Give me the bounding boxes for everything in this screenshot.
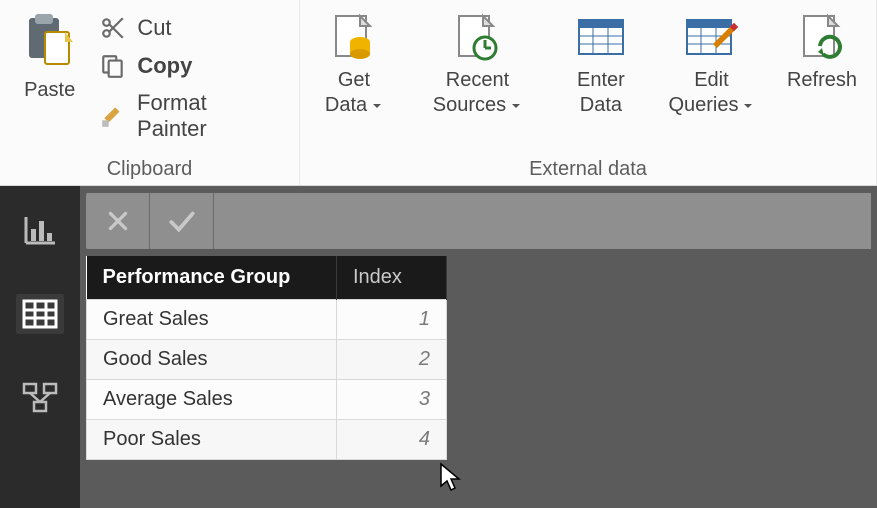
cancel-formula-button[interactable] xyxy=(86,193,150,249)
table-row[interactable]: Poor Sales 4 xyxy=(87,420,447,460)
cut-label: Cut xyxy=(137,15,171,41)
cell-index[interactable]: 2 xyxy=(337,340,447,380)
work-area: Performance Group Index Great Sales 1 Go… xyxy=(0,186,877,508)
table-row[interactable]: Great Sales 1 xyxy=(87,300,447,340)
cell-index[interactable]: 3 xyxy=(337,380,447,420)
refresh-label: Refresh xyxy=(787,68,857,93)
edit-queries-label: Edit Queries xyxy=(661,68,762,118)
chevron-down-icon xyxy=(371,93,383,118)
edit-queries-button[interactable]: Edit Queries xyxy=(661,10,762,118)
relationship-icon xyxy=(22,382,58,414)
copy-label: Copy xyxy=(137,53,192,79)
get-data-icon xyxy=(324,10,384,66)
external-data-group-label: External data xyxy=(314,154,862,181)
clipboard-group-label: Clipboard xyxy=(14,154,285,181)
formula-input[interactable] xyxy=(214,193,871,249)
format-painter-label: Format Painter xyxy=(137,90,281,142)
get-data-label: Get Data xyxy=(314,68,394,118)
ribbon: Paste Cut xyxy=(0,0,877,186)
data-table: Performance Group Index Great Sales 1 Go… xyxy=(86,256,447,460)
refresh-icon xyxy=(792,10,852,66)
check-icon xyxy=(167,208,197,234)
enter-data-label: Enter Data xyxy=(561,68,641,118)
paste-icon xyxy=(25,12,75,75)
report-view-button[interactable] xyxy=(16,210,64,250)
paste-label: Paste xyxy=(24,79,75,102)
model-view-button[interactable] xyxy=(16,378,64,418)
table-row[interactable]: Good Sales 2 xyxy=(87,340,447,380)
cell-index[interactable]: 4 xyxy=(337,420,447,460)
get-data-button[interactable]: Get Data xyxy=(314,10,394,118)
bar-chart-icon xyxy=(23,215,57,245)
chevron-down-icon xyxy=(510,93,522,118)
data-view-button[interactable] xyxy=(16,294,64,334)
chevron-down-icon xyxy=(742,93,754,118)
scissors-icon xyxy=(99,14,127,42)
edit-queries-icon xyxy=(681,10,741,66)
commit-formula-button[interactable] xyxy=(150,193,214,249)
recent-sources-button[interactable]: Recent Sources xyxy=(414,10,541,118)
close-icon xyxy=(105,208,131,234)
table-header-row: Performance Group Index xyxy=(87,256,447,300)
table-row[interactable]: Average Sales 3 xyxy=(87,380,447,420)
formula-bar xyxy=(80,186,877,256)
format-painter-button[interactable]: Format Painter xyxy=(95,88,285,144)
table-icon xyxy=(22,299,58,329)
cell-index[interactable]: 1 xyxy=(337,300,447,340)
col-header-performance-group[interactable]: Performance Group xyxy=(87,256,337,300)
recent-sources-label: Recent Sources xyxy=(414,68,541,118)
copy-icon xyxy=(99,52,127,80)
view-nav xyxy=(0,186,80,508)
cell-group[interactable]: Average Sales xyxy=(87,380,337,420)
cell-group[interactable]: Poor Sales xyxy=(87,420,337,460)
enter-data-button[interactable]: Enter Data xyxy=(561,10,641,118)
enter-data-icon xyxy=(571,10,631,66)
refresh-button[interactable]: Refresh xyxy=(782,10,862,93)
copy-button[interactable]: Copy xyxy=(95,50,285,82)
ribbon-group-clipboard: Paste Cut xyxy=(0,0,300,185)
cell-group[interactable]: Great Sales xyxy=(87,300,337,340)
format-painter-icon xyxy=(99,102,127,130)
paste-button[interactable]: Paste xyxy=(14,6,85,102)
cut-button[interactable]: Cut xyxy=(95,12,285,44)
cell-group[interactable]: Good Sales xyxy=(87,340,337,380)
col-header-index[interactable]: Index xyxy=(337,256,447,300)
ribbon-group-external-data: Get Data Recent Sources xyxy=(300,0,877,185)
recent-sources-icon xyxy=(447,10,507,66)
